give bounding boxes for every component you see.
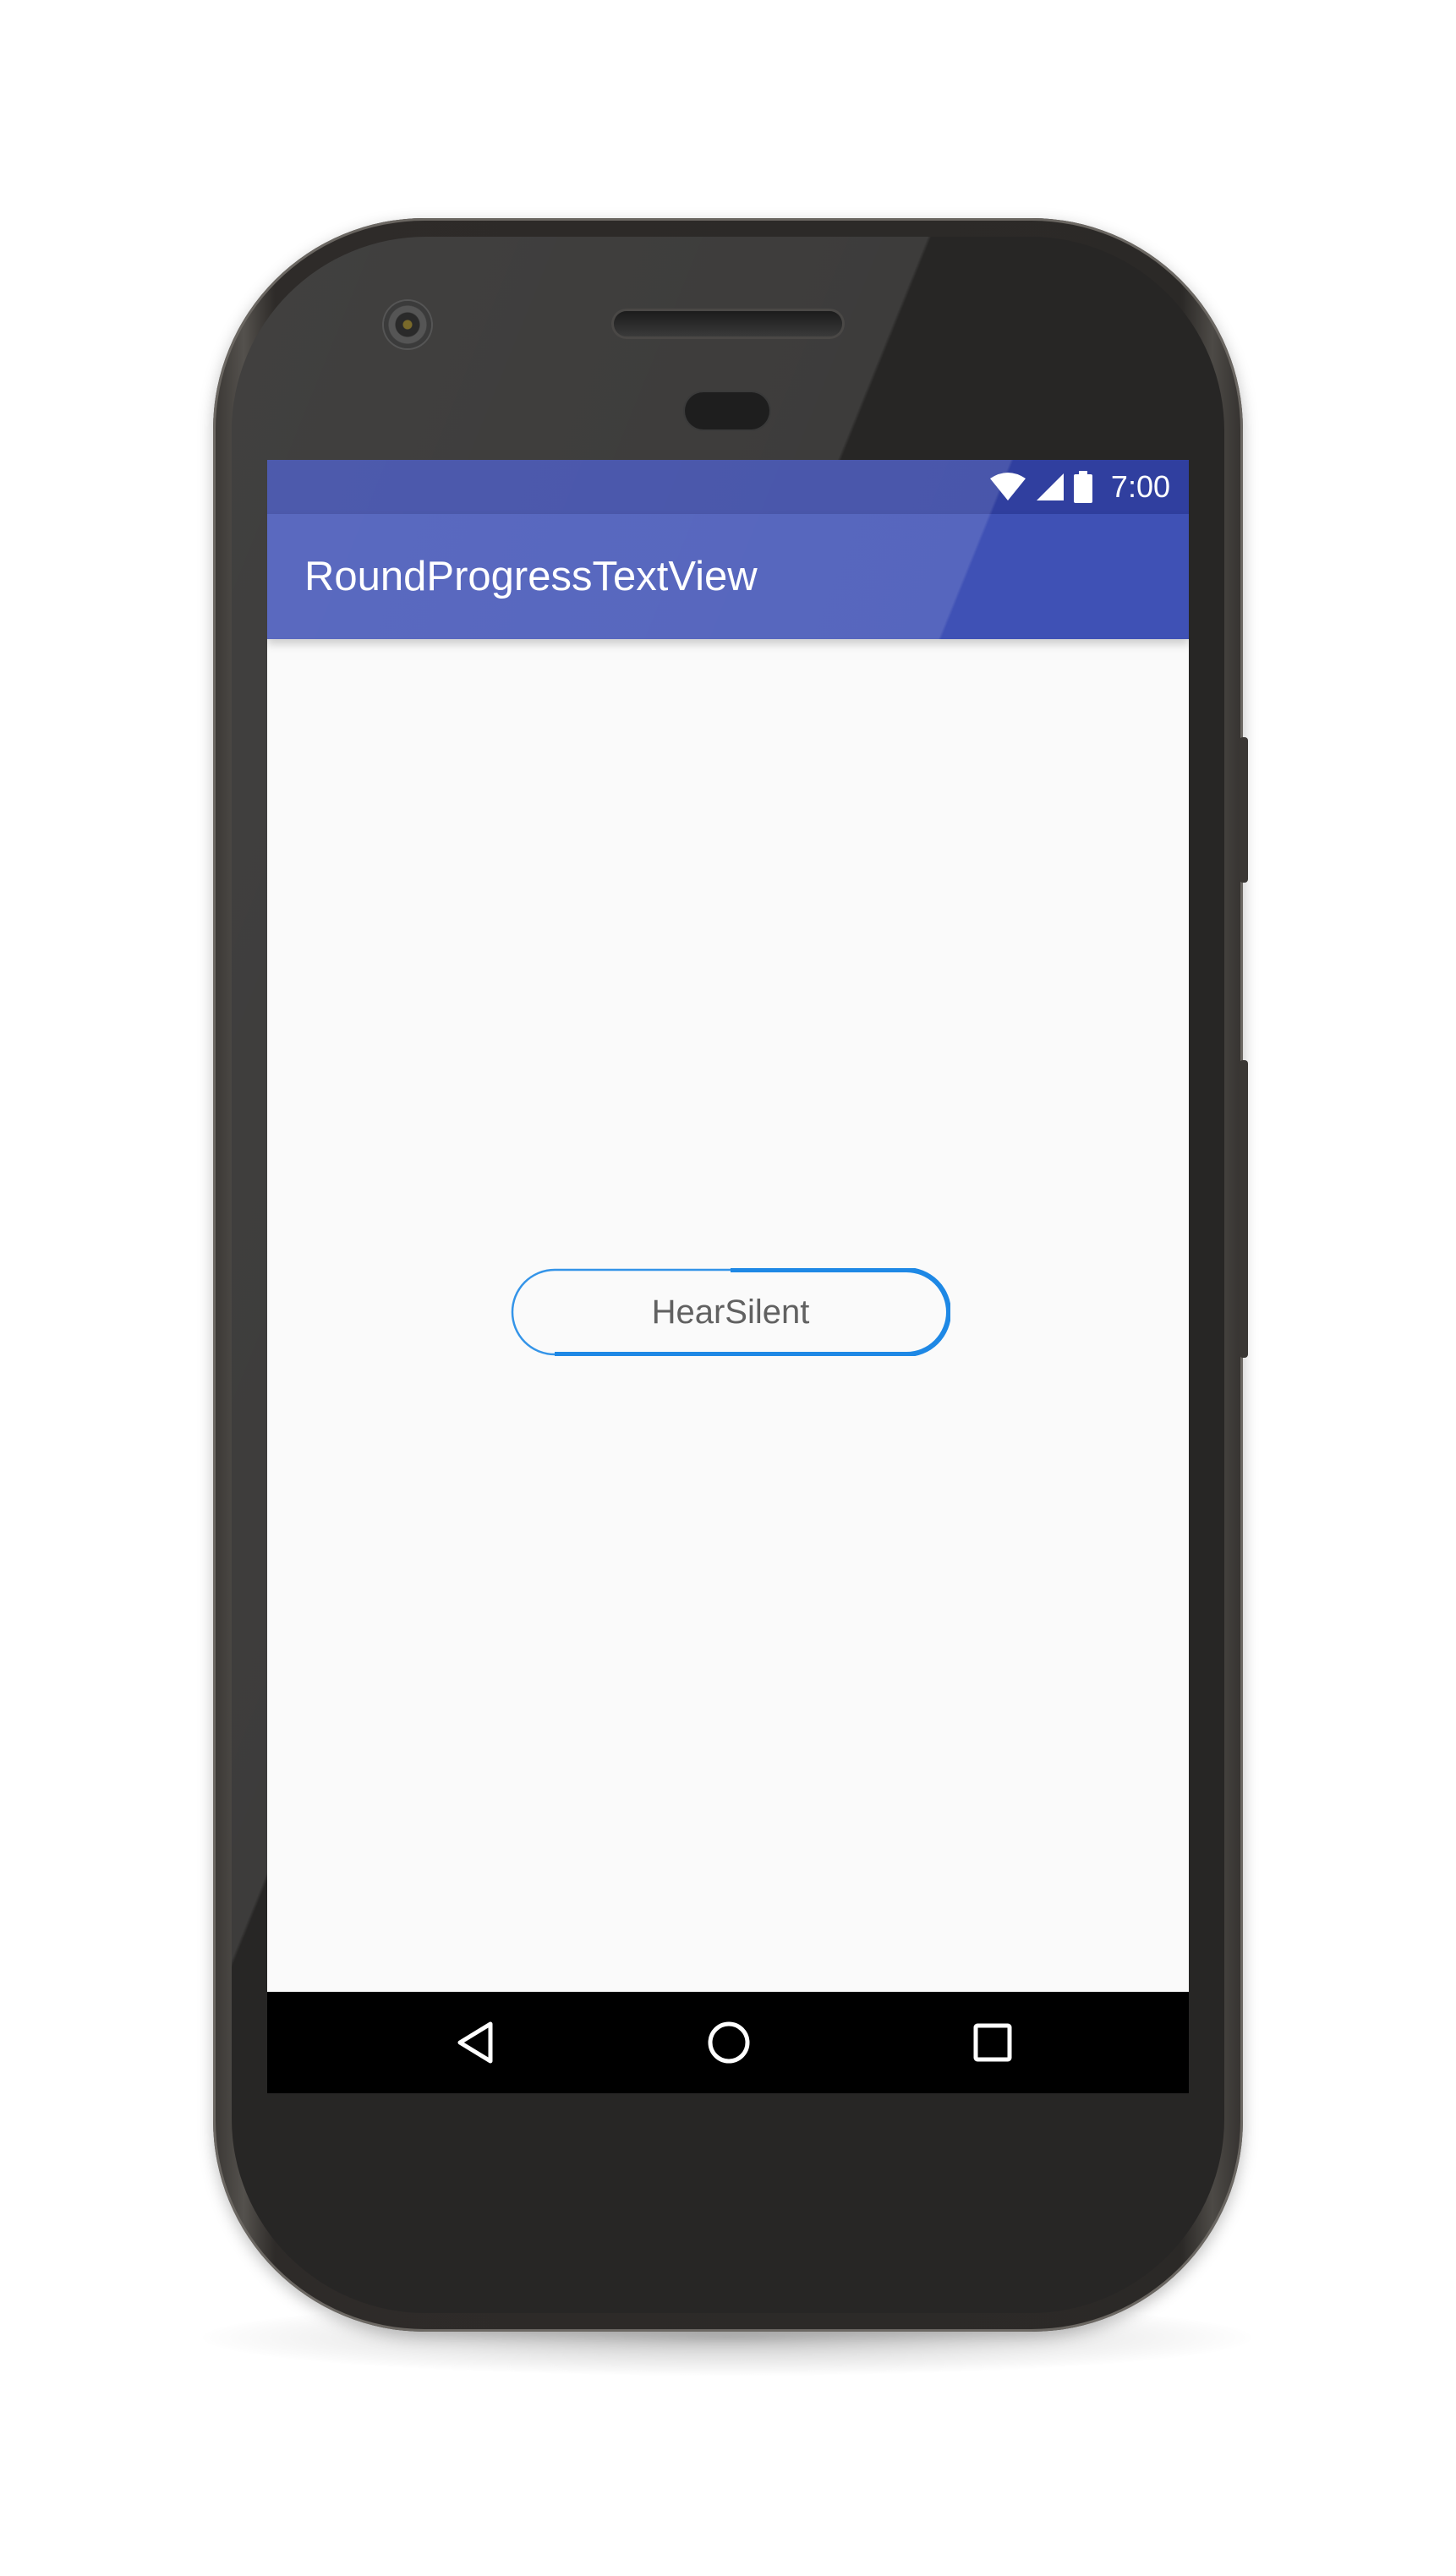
- navigation-bar: [267, 1992, 1189, 2093]
- app-title: RoundProgressTextView: [304, 554, 758, 599]
- status-time: 7:00: [1110, 469, 1170, 504]
- nav-recents-button[interactable]: [962, 2012, 1023, 2073]
- recents-icon: [973, 2023, 1012, 2062]
- front-camera: [384, 301, 431, 348]
- volume-rocker[interactable]: [1240, 1060, 1248, 1358]
- back-icon: [457, 2021, 493, 2064]
- earpiece-speaker: [614, 311, 842, 336]
- app-bar: RoundProgressTextView: [267, 514, 1189, 639]
- progress-label: HearSilent: [651, 1293, 810, 1331]
- home-icon: [708, 2021, 750, 2064]
- nav-home-button[interactable]: [698, 2012, 759, 2073]
- wifi-icon: [989, 473, 1026, 500]
- status-bar: 7:00: [267, 460, 1189, 514]
- round-progress-text-view[interactable]: HearSilent: [511, 1268, 950, 1356]
- battery-icon: [1073, 471, 1092, 503]
- nav-back-button[interactable]: [445, 2012, 506, 2073]
- cellular-signal-icon: [1036, 473, 1064, 500]
- power-button[interactable]: [1240, 737, 1248, 883]
- device-screen: 7:00 RoundProgressTextView HearSilent: [267, 460, 1189, 2093]
- proximity-sensor: [685, 392, 769, 429]
- main-content: HearSilent: [267, 639, 1189, 1966]
